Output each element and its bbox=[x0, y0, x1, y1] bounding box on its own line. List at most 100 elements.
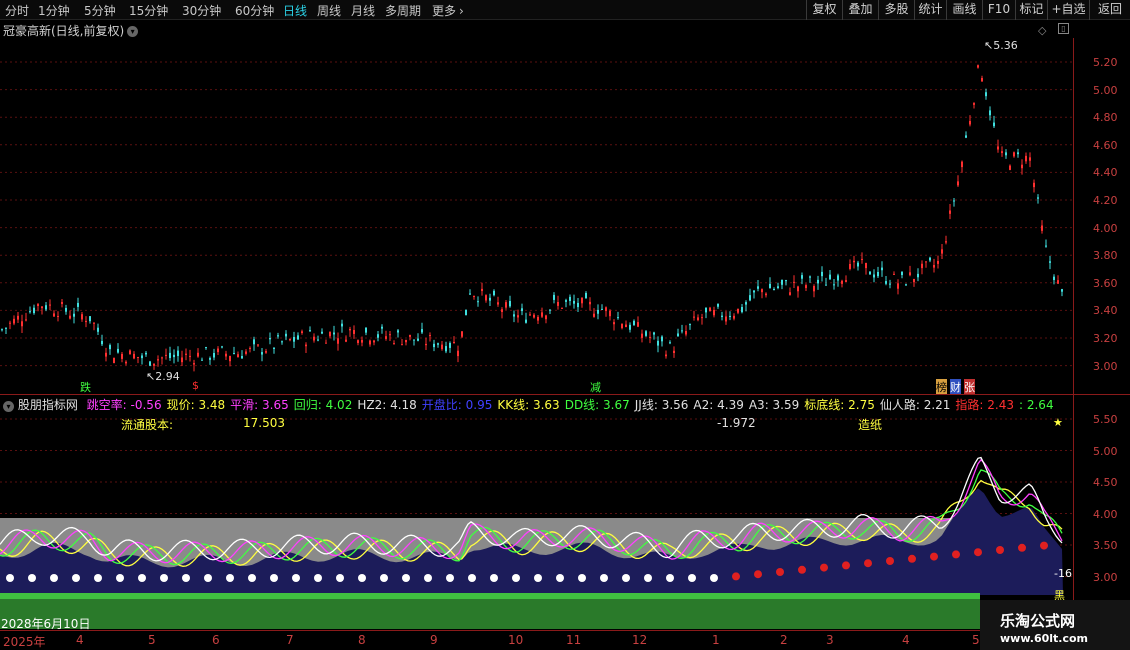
candle-body bbox=[301, 331, 303, 334]
time-tick-label: 4 bbox=[76, 633, 84, 647]
chevron-right-icon: › bbox=[459, 4, 464, 18]
add-watchlist-button[interactable]: +自选 bbox=[1047, 0, 1089, 20]
signal-dot bbox=[28, 574, 36, 582]
tab-30min[interactable]: 30分钟 bbox=[182, 2, 221, 19]
chevron-down-icon[interactable]: ▾ bbox=[127, 26, 139, 37]
star-icon: ★ bbox=[1053, 416, 1063, 429]
price-tick-label: 4.40 bbox=[1093, 166, 1118, 180]
tab-daily[interactable]: 日线 bbox=[283, 2, 307, 19]
candle-body bbox=[101, 340, 103, 345]
candle-body bbox=[149, 361, 151, 366]
candle-body bbox=[93, 322, 95, 324]
diamond-icon[interactable]: ◇ bbox=[1038, 24, 1046, 37]
tab-more[interactable]: 更多 › bbox=[432, 2, 464, 19]
indicator-tick-label: 4.00 bbox=[1093, 507, 1118, 521]
indicator-field-2: 平滑: 3.65 bbox=[230, 398, 289, 412]
candle-body bbox=[581, 297, 583, 304]
back-button[interactable]: 返回 bbox=[1089, 0, 1130, 20]
price-tick-label: 4.60 bbox=[1093, 138, 1118, 152]
indicator-field-1: 现价: 3.48 bbox=[166, 398, 226, 412]
signal-dot bbox=[94, 574, 102, 582]
candle-body bbox=[869, 271, 871, 275]
time-tick-label: 5 bbox=[148, 633, 156, 647]
candle-body bbox=[941, 249, 943, 254]
candle-body bbox=[17, 315, 19, 320]
candle-body bbox=[105, 352, 107, 357]
tab-multi-period[interactable]: 多周期 bbox=[385, 2, 421, 19]
candle-body bbox=[721, 315, 723, 317]
marker-dollar: $ bbox=[192, 379, 199, 392]
candle-body bbox=[781, 279, 783, 285]
candle-body bbox=[405, 339, 407, 343]
candle-body bbox=[993, 122, 995, 127]
f10-button[interactable]: F10 bbox=[982, 0, 1015, 20]
candle-body bbox=[9, 322, 11, 324]
candle-body bbox=[73, 313, 75, 317]
tab-monthly[interactable]: 月线 bbox=[351, 2, 375, 19]
candle-body bbox=[901, 271, 903, 276]
overlay-button[interactable]: 叠加 bbox=[842, 0, 878, 20]
candle-body bbox=[317, 339, 319, 341]
mark-button[interactable]: 标记 bbox=[1015, 0, 1047, 20]
time-tick-label: 7 bbox=[286, 633, 294, 647]
candle-body bbox=[385, 336, 387, 339]
candle-body bbox=[205, 347, 207, 349]
indicator-tick-label: 5.00 bbox=[1093, 444, 1118, 458]
bottom-bar-bg bbox=[0, 599, 980, 629]
candle-body bbox=[717, 303, 719, 307]
restore-rights-button[interactable]: 复权 bbox=[806, 0, 842, 20]
candle-body bbox=[145, 352, 147, 355]
candle-body bbox=[925, 261, 927, 263]
candle-body bbox=[1029, 157, 1031, 161]
candle-body bbox=[769, 283, 771, 289]
candle-body bbox=[853, 260, 855, 263]
signal-dot bbox=[622, 574, 630, 582]
tab-weekly[interactable]: 周线 bbox=[317, 2, 341, 19]
candle-body bbox=[29, 311, 31, 313]
candle-body bbox=[353, 330, 355, 334]
multi-stock-button[interactable]: 多股 bbox=[878, 0, 914, 20]
candle-body bbox=[505, 302, 507, 308]
candle-body bbox=[801, 275, 803, 279]
tab-60min[interactable]: 60分钟 bbox=[235, 2, 274, 19]
candle-body bbox=[325, 342, 327, 344]
signal-dot bbox=[952, 550, 960, 559]
statistics-button[interactable]: 统计 bbox=[914, 0, 946, 20]
panel-toggle-icon[interactable]: ▯ bbox=[1058, 23, 1069, 34]
candle-body bbox=[697, 317, 699, 321]
candle-body bbox=[905, 284, 907, 286]
draw-line-button[interactable]: 画线 bbox=[946, 0, 982, 20]
chart-canvas[interactable] bbox=[0, 38, 1073, 650]
candle-body bbox=[749, 295, 751, 301]
candle-body bbox=[945, 241, 947, 243]
tab-15min[interactable]: 15分钟 bbox=[129, 2, 168, 19]
candle-body bbox=[989, 110, 991, 116]
candle-body bbox=[857, 262, 859, 267]
candle-body bbox=[929, 257, 931, 261]
candle-body bbox=[213, 353, 215, 358]
settings-circle-icon[interactable]: ▾ bbox=[3, 401, 14, 412]
candle-body bbox=[281, 341, 283, 343]
signal-dot bbox=[820, 563, 828, 572]
candle-body bbox=[309, 330, 311, 332]
candle-body bbox=[549, 309, 551, 311]
candle-body bbox=[97, 327, 99, 332]
candle-body bbox=[561, 307, 563, 309]
candle-body bbox=[125, 361, 127, 364]
candle-body bbox=[369, 340, 371, 345]
candle-body bbox=[529, 314, 531, 316]
tab-fenshi[interactable]: 分时 bbox=[5, 2, 29, 19]
signal-dot bbox=[886, 557, 894, 565]
indicator-field-13: 指路: 2.43 bbox=[955, 398, 1014, 412]
signal-dot bbox=[248, 574, 256, 582]
price-tick-label: 4.00 bbox=[1093, 221, 1118, 235]
candle-body bbox=[565, 300, 567, 302]
tab-1min[interactable]: 1分钟 bbox=[38, 2, 70, 19]
candle-body bbox=[365, 327, 367, 333]
candle-body bbox=[985, 92, 987, 97]
candle-body bbox=[957, 181, 959, 186]
indicator-field-8: JJ线: 3.56 bbox=[634, 398, 689, 412]
tab-5min[interactable]: 5分钟 bbox=[84, 2, 116, 19]
high-price-label: ↖5.36 bbox=[984, 39, 1018, 52]
signal-dot bbox=[138, 574, 146, 582]
